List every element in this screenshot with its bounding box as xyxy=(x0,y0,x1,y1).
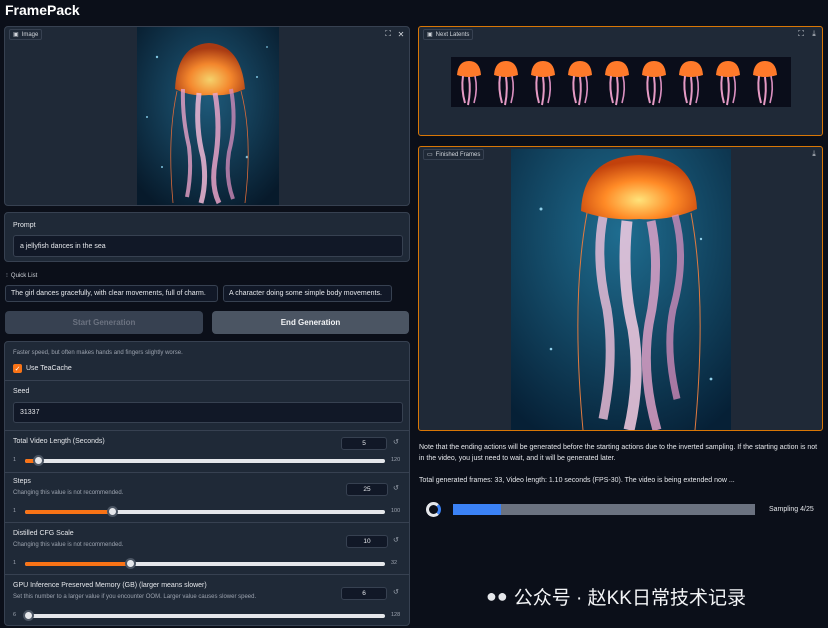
next-latents-label: Next Latents xyxy=(435,31,470,38)
teacache-checkbox[interactable]: ✓ Use TeaCache xyxy=(13,364,72,373)
generation-status: Total generated frames: 33, Video length… xyxy=(419,477,735,484)
video-length-label: Total Video Length (Seconds) xyxy=(13,438,105,445)
reset-icon[interactable]: ↺ xyxy=(393,588,399,596)
progress-bar xyxy=(453,504,755,515)
reset-icon[interactable]: ↺ xyxy=(393,536,399,544)
quick-list-label: ⁝ Quick List xyxy=(6,272,38,280)
finished-frames-tag: ▭ Finished Frames xyxy=(423,149,485,160)
prompt-input[interactable]: a jellyfish dances in the sea xyxy=(13,235,403,257)
finished-frames-panel[interactable]: ▭ Finished Frames ⤓ xyxy=(418,146,823,431)
sampling-note: Note that the ending actions will be gen… xyxy=(419,444,818,462)
steps-label: Steps xyxy=(13,478,31,485)
image-panel[interactable]: ▣ Image ⛶ ✕ xyxy=(4,26,410,206)
download-icon[interactable]: ⤓ xyxy=(809,149,819,159)
divider xyxy=(5,522,409,523)
spinner-icon xyxy=(426,502,441,517)
prompt-panel: Prompt a jellyfish dances in the sea xyxy=(4,212,410,262)
progress-label: Sampling 4/25 xyxy=(769,506,814,513)
quick-list-item-1[interactable]: The girl dances gracefully, with clear m… xyxy=(5,285,218,302)
list-icon: ⁝ xyxy=(6,273,8,279)
steps-number[interactable]: 25 xyxy=(346,483,388,496)
cfg-number[interactable]: 10 xyxy=(346,535,388,548)
next-latents-tag: ▣ Next Latents xyxy=(423,29,474,40)
output-video[interactable] xyxy=(511,149,731,430)
teacache-hint: Faster speed, but often makes hands and … xyxy=(13,350,183,356)
slider-fill xyxy=(25,562,131,566)
next-latents-panel[interactable]: ▣ Next Latents ⛶ ⤓ xyxy=(418,26,823,136)
wechat-icon: ●● xyxy=(486,586,508,606)
settings-panel: Faster speed, but often makes hands and … xyxy=(4,341,410,626)
video-length-max: 120 xyxy=(391,457,401,463)
close-icon[interactable]: ✕ xyxy=(396,29,406,39)
cfg-max: 32 xyxy=(391,560,398,566)
slider-handle[interactable] xyxy=(107,506,118,517)
divider xyxy=(5,430,409,431)
fullscreen-icon[interactable]: ⛶ xyxy=(383,29,393,39)
start-generation-button[interactable]: Start Generation xyxy=(5,311,203,334)
input-image xyxy=(137,27,279,205)
prompt-label: Prompt xyxy=(13,222,36,229)
app-title: FramePack xyxy=(5,2,80,18)
divider xyxy=(5,472,409,473)
end-generation-button[interactable]: End Generation xyxy=(212,311,409,334)
quick-list-title: Quick List xyxy=(10,272,38,279)
watermark-text: 公众号 · 赵KK日常技术记录 xyxy=(513,588,746,609)
cfg-min: 1 xyxy=(13,560,17,566)
latents-preview-image xyxy=(451,57,791,107)
image-icon: ▣ xyxy=(427,32,433,38)
gpu-memory-max: 128 xyxy=(391,612,401,618)
steps-min: 1 xyxy=(13,508,17,514)
divider xyxy=(5,380,409,381)
seed-label: Seed xyxy=(13,388,30,395)
reset-icon[interactable]: ↺ xyxy=(393,484,399,492)
image-panel-label: Image xyxy=(21,31,39,38)
finished-frames-label: Finished Frames xyxy=(435,151,481,158)
quick-list-item-2[interactable]: A character doing some simple body movem… xyxy=(223,285,392,302)
gpu-memory-slider[interactable] xyxy=(23,610,385,621)
gpu-memory-min: 6 xyxy=(13,612,17,618)
steps-max: 100 xyxy=(391,508,401,514)
checkbox-icon: ✓ xyxy=(13,364,22,373)
gpu-memory-label: GPU Inference Preserved Memory (GB) (lar… xyxy=(13,582,207,589)
fullscreen-icon[interactable]: ⛶ xyxy=(796,29,806,39)
watermark: ●● 公众号 · 赵KK日常技术记录 xyxy=(486,583,746,610)
image-panel-tag: ▣ Image xyxy=(9,29,43,40)
gpu-memory-hint: Set this number to a larger value if you… xyxy=(13,594,257,600)
progress-fill xyxy=(453,504,502,515)
video-length-slider[interactable] xyxy=(25,455,385,466)
image-icon: ▣ xyxy=(13,32,19,38)
steps-slider[interactable] xyxy=(25,506,385,517)
teacache-label: Use TeaCache xyxy=(26,365,72,372)
divider xyxy=(5,574,409,575)
reset-icon[interactable]: ↺ xyxy=(393,438,399,446)
slider-handle[interactable] xyxy=(33,455,44,466)
slider-handle[interactable] xyxy=(125,558,136,569)
steps-hint: Changing this value is not recommended. xyxy=(13,490,124,496)
seed-input[interactable]: 31337 xyxy=(13,402,403,423)
slider-handle[interactable] xyxy=(23,610,34,621)
download-icon[interactable]: ⤓ xyxy=(809,29,819,39)
cfg-hint: Changing this value is not recommended. xyxy=(13,542,124,548)
video-length-number[interactable]: 5 xyxy=(341,437,387,450)
gpu-memory-number[interactable]: 6 xyxy=(341,587,387,600)
slider-fill xyxy=(25,510,113,514)
cfg-label: Distilled CFG Scale xyxy=(13,530,74,537)
video-icon: ▭ xyxy=(427,152,433,158)
cfg-slider[interactable] xyxy=(25,558,385,569)
video-length-min: 1 xyxy=(13,457,17,463)
